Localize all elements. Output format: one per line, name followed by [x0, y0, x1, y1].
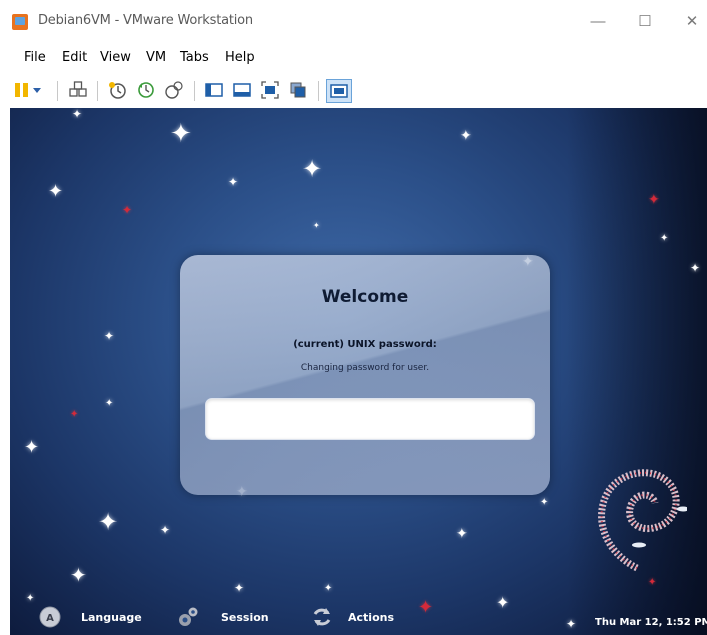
fullscreen-icon[interactable]	[260, 80, 280, 100]
toolbar-separator	[318, 81, 319, 101]
svg-text:A: A	[46, 613, 54, 624]
language-icon: A	[39, 606, 61, 628]
star-decoration: ✦	[418, 597, 434, 617]
login-dialog: Welcome (current) UNIX password: Changin…	[180, 255, 550, 495]
star-decoration: ✦	[496, 595, 510, 612]
vmware-app-icon	[12, 14, 28, 30]
star-decoration: ✦	[648, 191, 660, 207]
toolbar	[0, 74, 707, 106]
star-decoration: ✦	[70, 409, 79, 420]
refresh-icon	[313, 608, 331, 626]
star-decoration: ✦	[566, 617, 577, 631]
star-decoration: ✦	[70, 565, 87, 587]
menu-tabs[interactable]: Tabs	[180, 50, 209, 65]
console-view-icon[interactable]	[204, 80, 224, 100]
star-decoration: ✦	[24, 437, 40, 457]
star-decoration: ✦	[324, 583, 333, 594]
maximize-button[interactable]: ☐	[625, 8, 665, 36]
star-decoration: ✦	[690, 261, 701, 275]
star-decoration: ✦	[660, 233, 669, 244]
welcome-title: Welcome	[321, 287, 409, 307]
window-title: Debian6VM - VMware Workstation	[38, 13, 253, 28]
unity-icon[interactable]	[288, 80, 308, 100]
dropdown-arrow-icon[interactable]	[30, 80, 44, 100]
star-decoration: ✦	[122, 203, 133, 217]
vm-console-screen[interactable]: ✦ ✦ ✦ ✦ ✦ ✦ ✦ ✦ ✦ ✦ ✦ ✦ ✦ ✦ ✦ ✦ ✦ ✦ ✦ ✦ …	[10, 108, 707, 635]
quick-switch-icon[interactable]	[326, 79, 352, 103]
gears-icon	[179, 607, 198, 626]
vmware-window: Debian6VM - VMware Workstation — ☐ ✕ Fil…	[0, 0, 707, 635]
star-decoration: ✦	[160, 523, 171, 537]
menu-bar: File Edit View VM Tabs Help	[0, 50, 707, 72]
session-label: Session	[221, 611, 269, 624]
minimize-button[interactable]: —	[578, 8, 618, 36]
star-decoration: ✦	[302, 156, 323, 183]
star-decoration: ✦	[313, 221, 320, 230]
thumbnail-view-icon[interactable]	[232, 80, 252, 100]
menu-file[interactable]: File	[24, 50, 46, 65]
password-prompt: (current) UNIX password:	[293, 339, 437, 350]
star-decoration: ✦	[234, 581, 245, 595]
debian-swirl-icon	[598, 469, 687, 572]
star-decoration: ✦	[72, 108, 83, 121]
session-button[interactable]: Session	[176, 605, 286, 629]
star-decoration: ✦	[98, 509, 119, 536]
star-decoration: ✦	[460, 127, 472, 143]
star-decoration: ✦	[104, 329, 115, 343]
menu-vm[interactable]: VM	[146, 50, 166, 65]
star-decoration: ✦	[48, 181, 64, 201]
star-decoration: ✦	[228, 175, 239, 189]
menu-help[interactable]: Help	[225, 50, 255, 65]
star-decoration: ✦	[26, 593, 35, 604]
toolbar-separator	[57, 81, 58, 101]
actions-label: Actions	[348, 611, 394, 624]
menu-view[interactable]: View	[100, 50, 131, 65]
close-button[interactable]: ✕	[672, 8, 707, 36]
password-input[interactable]	[205, 398, 535, 440]
pause-icon[interactable]	[12, 80, 32, 100]
star-decoration: ✦	[540, 497, 549, 508]
star-decoration: ✦	[105, 398, 114, 409]
language-button[interactable]: A Language	[38, 605, 158, 629]
menu-edit[interactable]: Edit	[62, 50, 87, 65]
clock: Thu Mar 12, 1:52 PM	[595, 617, 707, 628]
toolbar-separator	[194, 81, 195, 101]
star-decoration: ✦	[456, 525, 468, 541]
snapshot-icon[interactable]	[107, 80, 127, 100]
title-bar: Debian6VM - VMware Workstation — ☐ ✕	[0, 0, 707, 44]
status-message: Changing password for user.	[300, 363, 430, 373]
revert-snapshot-icon[interactable]	[136, 80, 156, 100]
language-label: Language	[81, 611, 142, 624]
send-keys-icon[interactable]	[68, 80, 88, 100]
star-decoration: ✦	[170, 118, 192, 148]
snapshot-manager-icon[interactable]	[164, 80, 184, 100]
toolbar-separator	[97, 81, 98, 101]
actions-button[interactable]: Actions	[310, 605, 410, 629]
star-decoration: ✦	[648, 577, 657, 588]
